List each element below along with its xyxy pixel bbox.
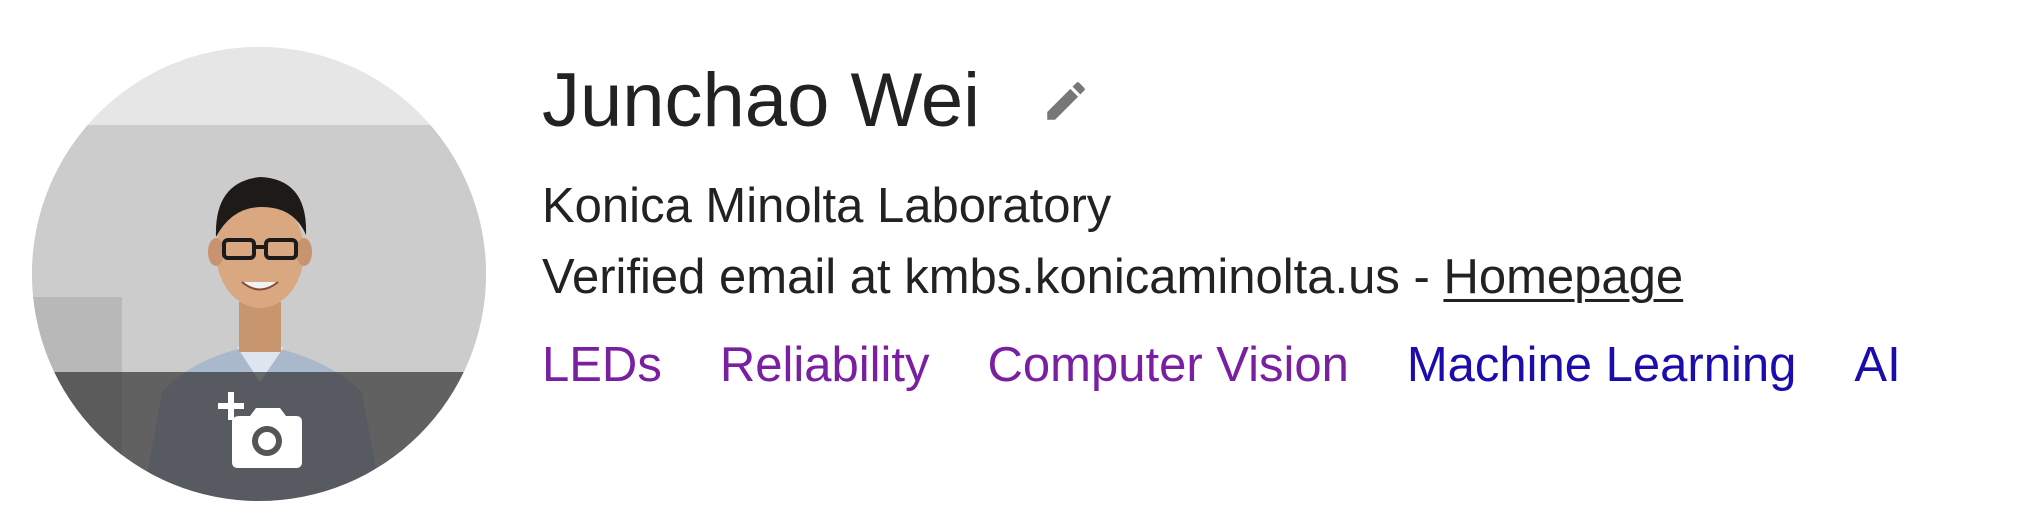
add-photo-button[interactable] [218,392,304,470]
verified-email: Verified email at kmbs.konicaminolta.us … [542,250,1444,304]
interest-link[interactable]: LEDs [542,335,662,395]
add-photo-camera-icon [218,392,302,468]
name-row: Junchao Wei [542,56,1094,146]
email-line: Verified email at kmbs.konicaminolta.us … [542,247,1683,307]
profile-name: Junchao Wei [542,58,980,143]
homepage-link[interactable]: Homepage [1443,250,1683,304]
interest-link[interactable]: AI [1854,335,1900,395]
interest-link[interactable]: Reliability [720,335,930,395]
research-interests: LEDs Reliability Computer Vision Machine… [542,335,1901,395]
interest-link[interactable]: Machine Learning [1407,335,1797,395]
edit-profile-button[interactable] [1038,73,1094,129]
pencil-icon [1047,82,1085,120]
affiliation: Konica Minolta Laboratory [542,179,1112,233]
interest-link[interactable]: Computer Vision [988,335,1349,395]
profile-avatar [32,47,486,501]
